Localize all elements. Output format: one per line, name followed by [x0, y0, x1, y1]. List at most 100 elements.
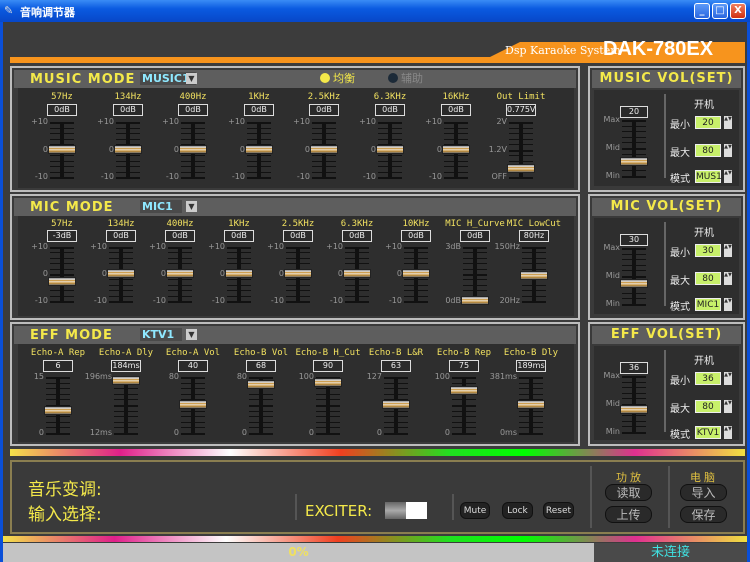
spin-arrows-icon[interactable]: ▲▼	[724, 244, 732, 257]
slider-value-box[interactable]: 63	[381, 360, 411, 372]
minimize-button[interactable]: _	[694, 3, 710, 19]
vol-value-box[interactable]: 30	[620, 234, 648, 246]
slider-value-box[interactable]: 0dB	[178, 104, 208, 116]
scale-bottom-label: 0	[241, 428, 247, 437]
slider-value-box[interactable]: 0dB	[224, 230, 254, 242]
slider-value-box[interactable]: 0dB	[401, 230, 431, 242]
slider-value-box[interactable]: 0dB	[441, 104, 471, 116]
slider-value-box[interactable]: 0dB	[283, 230, 313, 242]
spin-arrows-icon[interactable]: ▲▼	[724, 298, 732, 311]
amp-upload-button[interactable]: 上传	[605, 506, 652, 523]
vol-slider-handle[interactable]	[620, 279, 648, 289]
slider-handle[interactable]	[517, 400, 545, 409]
pc-save-button[interactable]: 保存	[680, 506, 727, 523]
slider-handle[interactable]	[314, 377, 342, 387]
min-spinbox[interactable]: 36	[695, 372, 721, 385]
max-spinbox[interactable]: 80	[695, 400, 721, 413]
slider-tick	[286, 285, 310, 286]
slider-handle[interactable]	[310, 144, 338, 154]
slider-handle[interactable]	[225, 269, 253, 278]
spin-arrows-icon[interactable]: ▲▼	[724, 116, 732, 129]
slider-handle[interactable]	[450, 386, 478, 395]
chevron-down-icon[interactable]: ▼	[186, 201, 197, 212]
slider-value-box[interactable]: 0dB	[460, 230, 490, 242]
chevron-down-icon[interactable]: ▼	[186, 329, 197, 340]
amp-read-button[interactable]: 读取	[605, 484, 652, 501]
slider-value-box[interactable]: 0dB	[106, 230, 136, 242]
slider-value-box[interactable]: 80Hz	[519, 230, 549, 242]
slider-handle[interactable]	[507, 163, 535, 173]
slider-handle[interactable]	[520, 270, 548, 280]
vol-mid-label: Mid	[605, 143, 620, 152]
slider-handle[interactable]	[179, 144, 207, 154]
slider-tick	[463, 258, 487, 259]
slider-handle[interactable]	[166, 269, 194, 278]
slider-handle[interactable]	[44, 405, 72, 415]
slider-value-box[interactable]: 0dB	[244, 104, 274, 116]
spin-arrows-icon[interactable]: ▲▼	[724, 170, 732, 183]
reset-button[interactable]: Reset	[543, 502, 574, 519]
radio-eq[interactable]	[320, 73, 330, 83]
spin-arrows-icon[interactable]: ▲▼	[724, 400, 732, 413]
pc-import-button[interactable]: 导入	[680, 484, 727, 501]
slider-handle[interactable]	[376, 144, 404, 154]
eff-mode-select[interactable]: KTV1	[140, 328, 182, 341]
vol-slider-handle[interactable]	[620, 404, 648, 414]
slider-handle[interactable]	[245, 144, 273, 154]
chevron-down-icon[interactable]: ▼	[186, 73, 197, 84]
mic-mode-select[interactable]: MIC1	[140, 200, 182, 213]
slider-value-box[interactable]: 90	[313, 360, 343, 372]
close-button[interactable]: X	[730, 3, 746, 19]
slider-handle[interactable]	[247, 380, 275, 390]
lock-button[interactable]: Lock	[502, 502, 533, 519]
spin-arrows-icon[interactable]: ▲▼	[724, 272, 732, 285]
mode-spinbox[interactable]: MIC1	[695, 298, 721, 311]
slider-value-box[interactable]: 40	[178, 360, 208, 372]
slider-handle[interactable]	[48, 277, 76, 287]
slider-handle[interactable]	[284, 269, 312, 278]
slider-handle[interactable]	[48, 144, 76, 154]
mode-spinbox[interactable]: MUS1	[695, 170, 722, 183]
slider-value-box[interactable]: 75	[449, 360, 479, 372]
slider-value-box[interactable]: 0dB	[47, 104, 77, 116]
vol-value-box[interactable]: 20	[620, 106, 648, 118]
spin-arrows-icon[interactable]: ▲▼	[724, 144, 732, 157]
slider-value-box[interactable]: 184ms	[111, 360, 141, 372]
slider-value-box[interactable]: 6	[43, 360, 73, 372]
mute-button[interactable]: Mute	[460, 502, 490, 519]
max-spinbox[interactable]: 80	[695, 144, 721, 157]
slider-handle[interactable]	[114, 144, 142, 154]
min-spinbox[interactable]: 20	[695, 116, 721, 129]
vol-value-box[interactable]: 36	[620, 362, 648, 374]
slider-tick	[522, 296, 546, 297]
mode-spinbox[interactable]: KTV1	[695, 426, 721, 439]
slider-handle[interactable]	[107, 269, 135, 278]
max-spinbox[interactable]: 80	[695, 272, 721, 285]
slider-label: 57Hz	[51, 92, 73, 102]
slider-handle[interactable]	[461, 296, 489, 305]
slider-handle[interactable]	[442, 144, 470, 154]
radio-aux[interactable]	[388, 73, 398, 83]
slider-handle[interactable]	[112, 375, 140, 385]
slider-handle[interactable]	[382, 400, 410, 409]
slider-value-box[interactable]: -3dB	[47, 230, 77, 242]
exciter-toggle[interactable]	[385, 502, 427, 519]
slider-value-box[interactable]: 0dB	[342, 230, 372, 242]
slider-value-box[interactable]: 0dB	[309, 104, 339, 116]
spin-arrows-icon[interactable]: ▲▼	[724, 372, 732, 385]
slider-value-box[interactable]: 68	[246, 360, 276, 372]
slider-handle[interactable]	[402, 269, 430, 278]
min-spinbox[interactable]: 30	[695, 244, 721, 257]
vol-slider-handle[interactable]	[620, 157, 648, 166]
slider-tick	[509, 161, 533, 162]
maximize-button[interactable]: □	[712, 3, 728, 19]
slider-value-box[interactable]: 0.775V	[506, 104, 536, 116]
slider-value-box[interactable]: 0dB	[113, 104, 143, 116]
slider-value-box[interactable]: 0dB	[375, 104, 405, 116]
slider-value-box[interactable]: 0dB	[165, 230, 195, 242]
slider-handle[interactable]	[343, 269, 371, 278]
slider-handle[interactable]	[179, 400, 207, 409]
scale-top-label: 100	[298, 372, 314, 381]
slider-value-box[interactable]: 189ms	[516, 360, 546, 372]
spin-arrows-icon[interactable]: ▲▼	[724, 426, 732, 439]
